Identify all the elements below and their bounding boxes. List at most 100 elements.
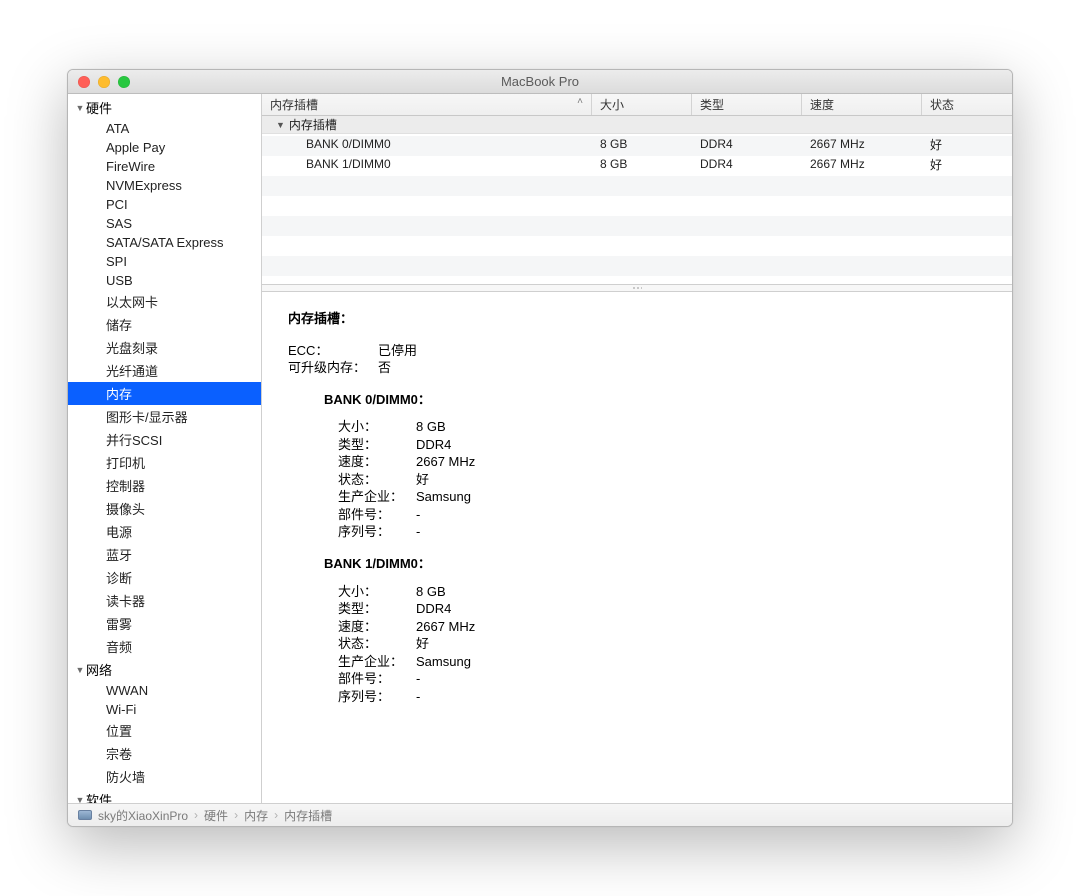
sidebar-group-hardware[interactable]: ▼ 硬件 [68,96,261,119]
sidebar-group-software[interactable]: ▼ 软件 [68,788,261,803]
sidebar-item-audio[interactable]: 音频 [68,635,261,658]
value-upgradeable: 否 [378,359,391,377]
sidebar-item-camera[interactable]: 摄像头 [68,497,261,520]
column-header-type[interactable]: 类型 [692,94,802,115]
label-part: 部件号 [338,670,416,688]
sidebar-item-spi[interactable]: SPI [68,252,261,271]
bank-block: BANK 1/DIMM0： 大小8 GB 类型DDR4 速度2667 MHz 状… [324,555,990,705]
column-header-name[interactable]: 内存插槽 ˄ [262,94,592,115]
sidebar-item-nvmexpress[interactable]: NVMExpress [68,176,261,195]
chevron-right-icon: › [194,808,198,822]
sidebar-item-location[interactable]: 位置 [68,719,261,742]
table-group-label: 内存插槽 [289,116,337,133]
sidebar-item-printers[interactable]: 打印机 [68,451,261,474]
sidebar-group-label: 网络 [86,660,112,679]
sidebar[interactable]: ▼ 硬件 ATA Apple Pay FireWire NVMExpress P… [68,94,262,803]
sidebar-item-graphics[interactable]: 图形卡/显示器 [68,405,261,428]
value-serial: - [416,523,420,541]
cell-name: BANK 1/DIMM0 [262,157,592,171]
sidebar-item-firewire[interactable]: FireWire [68,157,261,176]
table-body[interactable]: ▼ 内存插槽 BANK 0/DIMM0 8 GB DDR4 2667 MHz 好… [262,116,1012,284]
disclosure-triangle-icon[interactable]: ▼ [276,120,285,130]
zoom-icon[interactable] [118,76,130,88]
value-size: 8 GB [416,418,446,436]
value-ecc: 已停用 [378,342,417,360]
breadcrumb: sky的XiaoXinPro › 硬件 › 内存 › 内存插槽 [68,803,1012,826]
sidebar-item-card-reader[interactable]: 读卡器 [68,589,261,612]
sidebar-item-apple-pay[interactable]: Apple Pay [68,138,261,157]
breadcrumb-item[interactable]: 内存 [244,807,268,824]
value-type: DDR4 [416,600,451,618]
sidebar-group-network[interactable]: ▼ 网络 [68,658,261,681]
column-label: 内存插槽 [270,98,318,112]
label-part: 部件号 [338,506,416,524]
sidebar-item-sas[interactable]: SAS [68,214,261,233]
table-group-row[interactable]: ▼ 内存插槽 [262,116,1012,134]
sidebar-item-wwan[interactable]: WWAN [68,681,261,700]
sidebar-item-pci[interactable]: PCI [68,195,261,214]
value-part: - [416,670,420,688]
cell-name: BANK 0/DIMM0 [262,137,592,151]
breadcrumb-item[interactable]: 内存插槽 [284,807,332,824]
minimize-icon[interactable] [98,76,110,88]
cell-speed: 2667 MHz [802,137,922,151]
table-row[interactable]: BANK 0/DIMM0 8 GB DDR4 2667 MHz 好 [262,134,1012,154]
sidebar-item-ata[interactable]: ATA [68,119,261,138]
label-state: 状态 [338,471,416,489]
disclosure-triangle-icon[interactable]: ▼ [74,795,86,804]
chevron-right-icon: › [234,808,238,822]
sidebar-item-fibre-channel[interactable]: 光纤通道 [68,359,261,382]
breadcrumb-item[interactable]: sky的XiaoXinPro [98,807,188,824]
pane-splitter[interactable] [262,284,1012,292]
titlebar[interactable]: MacBook Pro [68,70,1012,94]
disclosure-triangle-icon[interactable]: ▼ [74,103,86,113]
sidebar-item-firewall[interactable]: 防火墙 [68,765,261,788]
label-ecc: ECC [288,342,378,360]
sidebar-item-bluetooth[interactable]: 蓝牙 [68,543,261,566]
sidebar-item-storage[interactable]: 储存 [68,313,261,336]
sidebar-item-memory[interactable]: 内存 [68,382,261,405]
value-size: 8 GB [416,583,446,601]
memory-slots-table: 内存插槽 ˄ 大小 类型 速度 状态 ▼ 内存插槽 BANK 0/DIMM0 [262,94,1012,284]
sidebar-item-controller[interactable]: 控制器 [68,474,261,497]
sidebar-item-sata[interactable]: SATA/SATA Express [68,233,261,252]
system-information-window: MacBook Pro ▼ 硬件 ATA Apple Pay FireWire … [67,69,1013,827]
breadcrumb-item[interactable]: 硬件 [204,807,228,824]
bank-title: BANK 0/DIMM0： [324,391,990,409]
sidebar-item-wifi[interactable]: Wi-Fi [68,700,261,719]
sidebar-item-parallel-scsi[interactable]: 并行SCSI [68,428,261,451]
sidebar-item-power[interactable]: 电源 [68,520,261,543]
value-manufacturer: Samsung [416,653,471,671]
sidebar-item-thunderbolt[interactable]: 雷雾 [68,612,261,635]
close-icon[interactable] [78,76,90,88]
cell-type: DDR4 [692,157,802,171]
column-header-state[interactable]: 状态 [922,94,1012,115]
column-header-speed[interactable]: 速度 [802,94,922,115]
column-header-size[interactable]: 大小 [592,94,692,115]
sidebar-item-volumes[interactable]: 宗卷 [68,742,261,765]
sidebar-item-usb[interactable]: USB [68,271,261,290]
label-size: 大小 [338,418,416,436]
cell-size: 8 GB [592,157,692,171]
table-row[interactable]: BANK 1/DIMM0 8 GB DDR4 2667 MHz 好 [262,154,1012,174]
cell-speed: 2667 MHz [802,157,922,171]
label-state: 状态 [338,635,416,653]
cell-state: 好 [922,136,1012,153]
sidebar-group-label: 硬件 [86,98,112,117]
detail-pane[interactable]: 内存插槽： ECC 已停用 可升级内存 否 BANK 0/DIMM0： 大小8 … [262,292,1012,803]
sidebar-item-disc-burning[interactable]: 光盘刻录 [68,336,261,359]
label-manufacturer: 生产企业 [338,653,416,671]
value-speed: 2667 MHz [416,453,475,471]
sidebar-item-diagnostics[interactable]: 诊断 [68,566,261,589]
cell-size: 8 GB [592,137,692,151]
chevron-right-icon: › [274,808,278,822]
value-manufacturer: Samsung [416,488,471,506]
window-controls [68,76,130,88]
detail-title: 内存插槽： [288,310,990,328]
window-title: MacBook Pro [68,74,1012,89]
sort-ascending-icon: ˄ [577,96,583,107]
sidebar-item-ethernet[interactable]: 以太网卡 [68,290,261,313]
bank-block: BANK 0/DIMM0： 大小8 GB 类型DDR4 速度2667 MHz 状… [324,391,990,541]
disclosure-triangle-icon[interactable]: ▼ [74,665,86,675]
label-serial: 序列号 [338,688,416,706]
